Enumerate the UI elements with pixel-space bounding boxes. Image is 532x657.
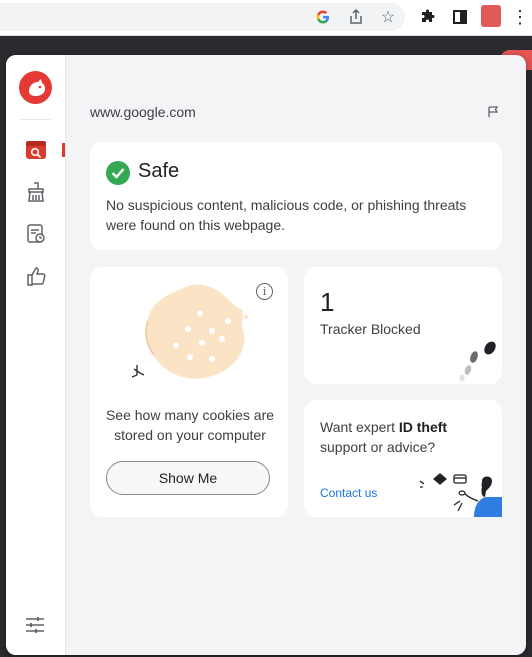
report-flag-icon[interactable] (488, 105, 499, 123)
browser-toolbar: ☆ ⋮ (0, 0, 532, 36)
id-theft-description: Want expert ID theft support or advice? (320, 419, 448, 455)
share-icon[interactable] (346, 7, 366, 27)
thumbs-up-icon[interactable] (24, 264, 48, 288)
settings-sliders-icon[interactable] (25, 616, 45, 639)
footprints-icon (454, 340, 500, 387)
safe-status-description: No suspicious content, malicious code, o… (106, 197, 467, 233)
bookmark-star-icon[interactable]: ☆ (378, 7, 398, 27)
tracker-label: Tracker Blocked (320, 321, 421, 337)
cookies-description: See how many cookies are stored on your … (105, 407, 275, 443)
support-illustration (416, 471, 502, 522)
side-panel-icon[interactable] (450, 7, 470, 27)
popup-sidebar (6, 55, 66, 655)
safe-status-title: Safe (138, 160, 180, 182)
google-lens-icon[interactable] (313, 7, 333, 27)
history-doc-icon[interactable] (24, 222, 48, 246)
extension-popup: www.google.com Safe No suspicious conten… (6, 55, 526, 655)
app-logo (19, 71, 52, 104)
sidebar-divider (20, 119, 51, 120)
address-bar[interactable] (0, 3, 405, 31)
active-indicator (62, 143, 65, 157)
cleaner-broom-icon[interactable] (24, 180, 48, 204)
show-me-button[interactable]: Show Me (106, 461, 270, 495)
extensions-puzzle-icon[interactable] (418, 7, 438, 27)
profile-avatar[interactable] (481, 5, 501, 27)
tracker-count: 1 (320, 287, 335, 317)
cookie-illustration (128, 281, 258, 398)
info-icon[interactable]: i (256, 283, 273, 300)
more-menu-icon[interactable]: ⋮ (510, 7, 530, 27)
popup-main: www.google.com Safe No suspicious conten… (66, 55, 526, 655)
contact-us-link[interactable]: Contact us (320, 486, 377, 500)
current-domain: www.google.com (90, 104, 196, 120)
web-scan-icon[interactable] (24, 138, 48, 162)
safe-check-icon (106, 161, 130, 185)
